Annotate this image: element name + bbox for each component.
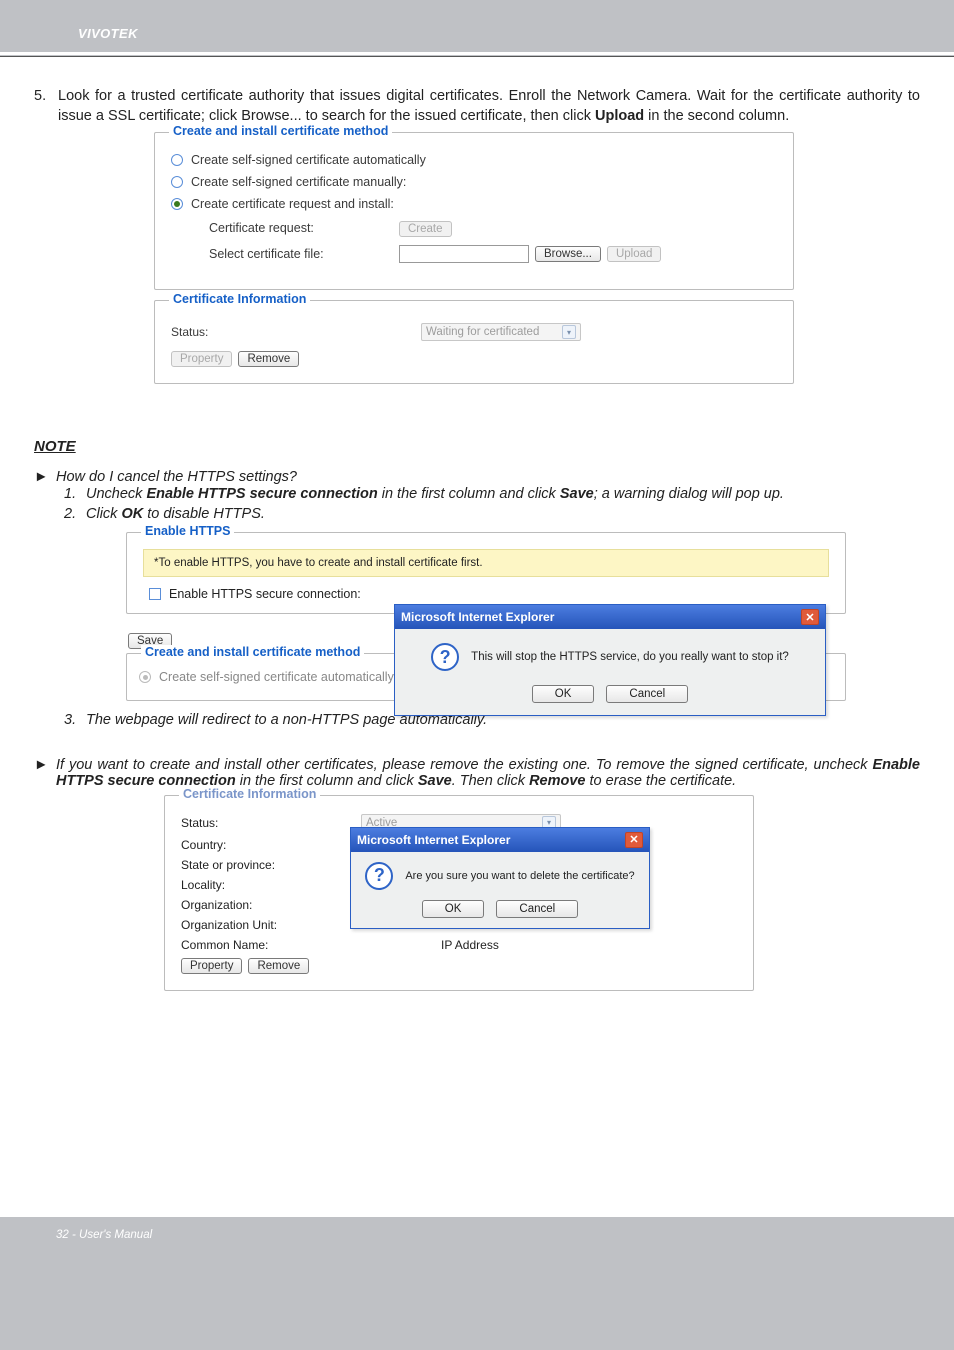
divider (0, 52, 954, 55)
status-label: Status: (171, 325, 421, 339)
footer-page-number: 32 - User's Manual (0, 1217, 954, 1241)
radio-label: Create self-signed certificate automatic… (159, 670, 394, 684)
legend: Enable HTTPS (141, 524, 234, 538)
radio-label: Create self-signed certificate automatic… (191, 153, 426, 167)
step-text: Look for a trusted certificate authority… (58, 88, 920, 124)
legend: Certificate Information (179, 787, 320, 801)
field-value: IP Address (441, 938, 499, 952)
ie-dialog: Microsoft Internet Explorer ✕ ? Are you … (350, 827, 650, 929)
field-label: Organization: (181, 898, 361, 912)
dialog-title: Microsoft Internet Explorer (401, 610, 554, 624)
checkbox-label: Enable HTTPS secure connection: (169, 587, 361, 601)
upload-button: Upload (607, 246, 661, 262)
radio-icon (171, 176, 183, 188)
radio-icon (171, 198, 183, 210)
field-label: Country: (181, 838, 361, 852)
dialog-titlebar: Microsoft Internet Explorer ✕ (351, 828, 649, 852)
note-paragraph: ► If you want to create and install othe… (34, 757, 920, 789)
field-label: Organization Unit: (181, 918, 361, 932)
file-input[interactable] (399, 245, 529, 263)
header-brand: VIVOTEK (0, 0, 954, 41)
step-number: 5. (34, 87, 58, 126)
radio-label: Create self-signed certificate manually: (191, 175, 406, 189)
create-button: Create (399, 221, 452, 237)
fieldset-enable-https: Enable HTTPS *To enable HTTPS, you have … (126, 532, 846, 614)
field-label: Certificate request: (209, 221, 399, 235)
note-question: ► How do I cancel the HTTPS settings? (34, 469, 920, 485)
step-text: in the second column. (644, 108, 789, 124)
ok-button[interactable]: OK (532, 685, 595, 703)
legend: Create and install certificate method (141, 645, 364, 659)
close-icon[interactable]: ✕ (801, 609, 819, 625)
step-bold: Upload (595, 108, 644, 124)
legend: Create and install certificate method (169, 124, 392, 138)
dialog-message: This will stop the HTTPS service, do you… (471, 651, 789, 663)
status-value: Waiting for certificated (426, 326, 539, 338)
legend: Certificate Information (169, 292, 310, 306)
chevron-down-icon: ▾ (562, 325, 576, 339)
cancel-button[interactable]: Cancel (606, 685, 688, 703)
ok-button[interactable]: OK (422, 900, 485, 918)
property-button[interactable]: Property (181, 958, 242, 974)
checkbox[interactable] (149, 588, 161, 600)
radio-option[interactable]: Create certificate request and install: (171, 197, 777, 211)
field-label: Common Name: (181, 938, 361, 952)
note-heading: NOTE (34, 438, 920, 455)
dialog-titlebar: Microsoft Internet Explorer ✕ (395, 605, 825, 629)
note-step: 1. Uncheck Enable HTTPS secure connectio… (64, 485, 920, 505)
field-label: Locality: (181, 878, 361, 892)
fieldset-cert-info: Certificate Information Status: Waiting … (154, 300, 794, 384)
dialog-title: Microsoft Internet Explorer (357, 833, 510, 847)
question-icon: ? (365, 862, 393, 890)
status-select: Waiting for certificated ▾ (421, 323, 581, 341)
radio-icon (171, 154, 183, 166)
note-step: 2. Click OK to disable HTTPS. (64, 505, 920, 525)
radio-label: Create certificate request and install: (191, 197, 394, 211)
property-button: Property (171, 351, 232, 367)
remove-button[interactable]: Remove (238, 351, 299, 367)
step-5: 5. Look for a trusted certificate author… (34, 87, 920, 126)
notice-strip: *To enable HTTPS, you have to create and… (143, 549, 829, 577)
remove-button[interactable]: Remove (248, 958, 309, 974)
cancel-button[interactable]: Cancel (496, 900, 578, 918)
close-icon[interactable]: ✕ (625, 832, 643, 848)
radio-option[interactable]: Create self-signed certificate automatic… (171, 153, 777, 167)
browse-button[interactable]: Browse... (535, 246, 601, 262)
field-label: State or province: (181, 858, 361, 872)
ie-dialog: Microsoft Internet Explorer ✕ ? This wil… (394, 604, 826, 716)
question-icon: ? (431, 643, 459, 671)
status-label: Status: (181, 816, 361, 830)
field-label: Select certificate file: (209, 247, 399, 261)
radio-option[interactable]: Create self-signed certificate manually: (171, 175, 777, 189)
fieldset-create-method: Create and install certificate method Cr… (154, 132, 794, 290)
dialog-message: Are you sure you want to delete the cert… (405, 870, 634, 882)
